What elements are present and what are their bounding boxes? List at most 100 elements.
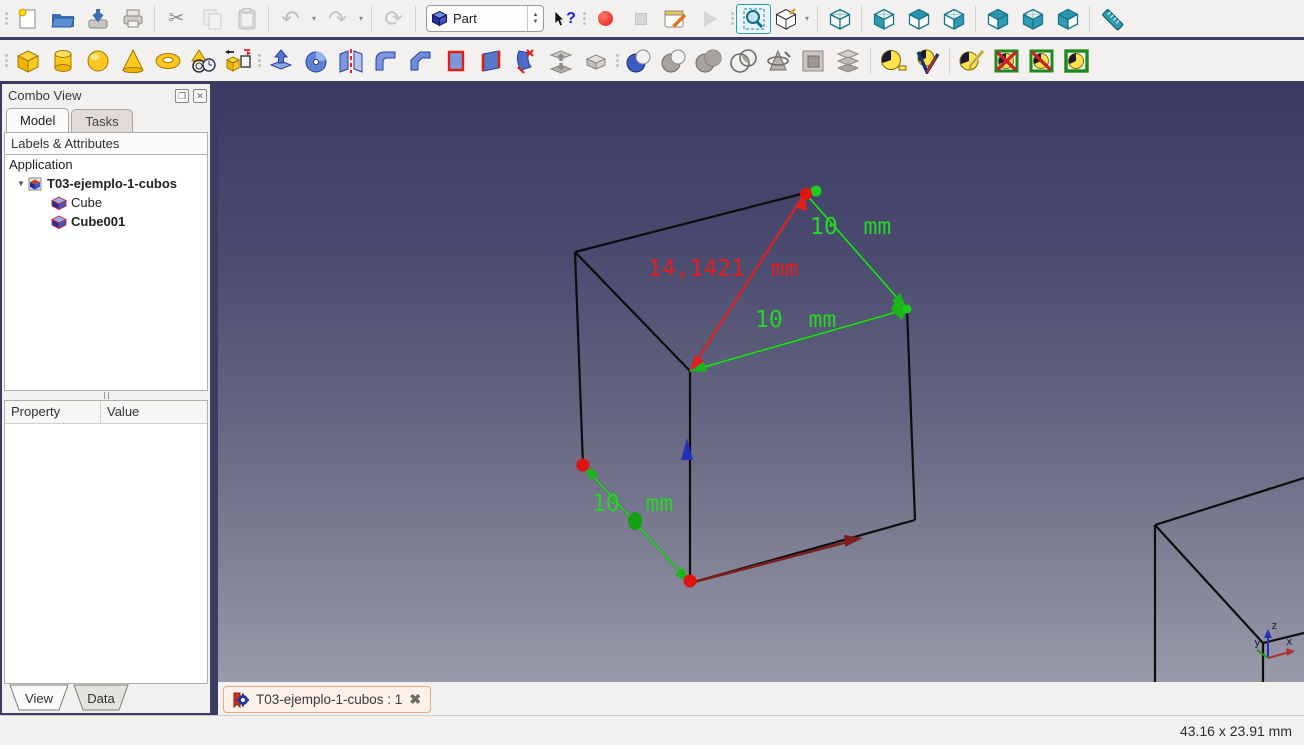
stop-icon (635, 13, 647, 25)
macro-record-button[interactable] (588, 4, 623, 34)
column-value[interactable]: Value (101, 401, 139, 423)
tree-item-document[interactable]: ▼ T03-ejemplo-1-cubos (5, 174, 207, 193)
part-cone-button[interactable] (115, 46, 150, 76)
axonometric-view-button[interactable] (822, 4, 857, 34)
close-panel-button[interactable]: ✕ (193, 89, 207, 103)
open-document-button[interactable] (45, 4, 80, 34)
bottom-view-button[interactable] (1015, 4, 1050, 34)
tab-view-label[interactable]: View (25, 691, 54, 706)
new-document-button[interactable] (10, 4, 45, 34)
measurement-bottom-left-edge[interactable]: 10 mm (583, 465, 690, 583)
section-icon (765, 48, 793, 74)
x-axis-arrow (844, 535, 863, 547)
cube-wireframe[interactable] (575, 193, 915, 583)
left-view-button[interactable] (1050, 4, 1085, 34)
offset-button[interactable] (543, 46, 578, 76)
undo-dropdown[interactable]: ▾ (308, 14, 320, 23)
measurement-front-top-edge[interactable]: 10 mm (690, 298, 907, 372)
second-cube-wireframe[interactable] (1155, 478, 1304, 682)
intersection-button[interactable] (726, 46, 761, 76)
print-button[interactable] (115, 4, 150, 34)
part-cylinder-button[interactable] (45, 46, 80, 76)
redo-button[interactable]: ↷ (320, 4, 355, 34)
tree-root-label: Application (5, 157, 73, 172)
revolve-button[interactable] (298, 46, 333, 76)
macro-edit-button[interactable] (658, 4, 693, 34)
refresh-button[interactable]: ⟳ (376, 4, 411, 34)
section-button[interactable] (761, 46, 796, 76)
clear-measurements-button[interactable] (989, 46, 1024, 76)
document-tab[interactable]: T03-ejemplo-1-cubos : 1 ✖ (223, 686, 431, 713)
close-tab-icon[interactable]: ✖ (409, 691, 421, 708)
boolean-button[interactable] (621, 46, 656, 76)
copy-button[interactable] (194, 4, 229, 34)
panel-splitter[interactable] (2, 391, 210, 400)
tab-model[interactable]: Model (6, 108, 69, 132)
redo-icon: ↷ (328, 6, 346, 32)
thickness-button[interactable] (578, 46, 613, 76)
cross-sections-button[interactable] (796, 46, 831, 76)
cut-button[interactable]: ✂ (159, 4, 194, 34)
undo-button[interactable]: ↶ (273, 4, 308, 34)
whats-this-button[interactable]: ? (550, 4, 580, 34)
measurement-top-right-edge[interactable]: 10 mm (805, 186, 907, 310)
part-torus-button[interactable] (150, 46, 185, 76)
cylinder-icon (50, 48, 76, 74)
ruled-surface-button[interactable] (473, 46, 508, 76)
part-sphere-button[interactable] (80, 46, 115, 76)
tab-tasks[interactable]: Tasks (71, 109, 132, 132)
labels-attributes-header: Labels & Attributes (4, 132, 208, 155)
create-primitives-button[interactable] (185, 46, 220, 76)
measure-linear-button[interactable] (875, 46, 910, 76)
part-box-button[interactable] (10, 46, 45, 76)
3d-viewport[interactable]: 14,1421 mm 10 mm 10 mm 10 mm (218, 84, 1304, 682)
measure-distance-button[interactable] (1094, 4, 1129, 34)
make-face-button[interactable] (438, 46, 473, 76)
expander-icon[interactable]: ▼ (15, 179, 27, 188)
box-selection-button[interactable] (736, 4, 771, 34)
measure-angular-button[interactable] (910, 46, 945, 76)
toggle-measurements-button[interactable] (1024, 46, 1059, 76)
copy-icon (200, 7, 224, 31)
draw-style-button[interactable] (771, 4, 801, 34)
toolbar-grip[interactable] (2, 6, 10, 32)
column-property[interactable]: Property (5, 401, 101, 423)
toggle-measurements-icon (1028, 48, 1056, 74)
workbench-selector-spinner[interactable]: ▲ ▼ (527, 6, 543, 31)
tree-root-application[interactable]: Application (5, 155, 207, 174)
extrude-button[interactable] (263, 46, 298, 76)
save-document-button[interactable] (80, 4, 115, 34)
combo-view-panel: Combo View ❐ ✕ Model Tasks Labels & Attr… (2, 84, 210, 713)
clear-measurements-icon (993, 48, 1021, 74)
tree-item-cube001[interactable]: Cube001 (5, 212, 207, 231)
front-view-button[interactable] (866, 4, 901, 34)
rear-view-button[interactable] (980, 4, 1015, 34)
measure-annotations-button[interactable] (954, 46, 989, 76)
multi-cross-sections-button[interactable] (831, 46, 866, 76)
float-panel-button[interactable]: ❐ (175, 89, 189, 103)
mirror-button[interactable] (333, 46, 368, 76)
loft-button[interactable] (508, 46, 543, 76)
workbench-selector[interactable]: Part ▲ ▼ (426, 5, 544, 32)
top-view-button[interactable] (901, 4, 936, 34)
record-icon (598, 11, 613, 26)
tree-item-cube[interactable]: Cube (5, 193, 207, 212)
chamfer-button[interactable] (403, 46, 438, 76)
toggle-3d-measurements-button[interactable] (1059, 46, 1094, 76)
right-view-button[interactable] (936, 4, 971, 34)
redo-dropdown[interactable]: ▾ (355, 14, 367, 23)
macro-play-button[interactable] (693, 4, 728, 34)
z-axis-label: z (1271, 619, 1278, 632)
x-axis-label: x (1286, 635, 1293, 648)
paste-button[interactable] (229, 4, 264, 34)
spin-down-icon: ▼ (533, 19, 539, 26)
tab-data-label[interactable]: Data (87, 691, 115, 706)
macro-stop-button[interactable] (623, 4, 658, 34)
cut-boolean-button[interactable] (656, 46, 691, 76)
toolbar-grip[interactable] (2, 48, 10, 74)
draw-style-dropdown[interactable]: ▾ (801, 14, 813, 23)
fillet-button[interactable] (368, 46, 403, 76)
loft-icon (513, 48, 539, 74)
shape-builder-button[interactable] (220, 46, 255, 76)
union-button[interactable] (691, 46, 726, 76)
